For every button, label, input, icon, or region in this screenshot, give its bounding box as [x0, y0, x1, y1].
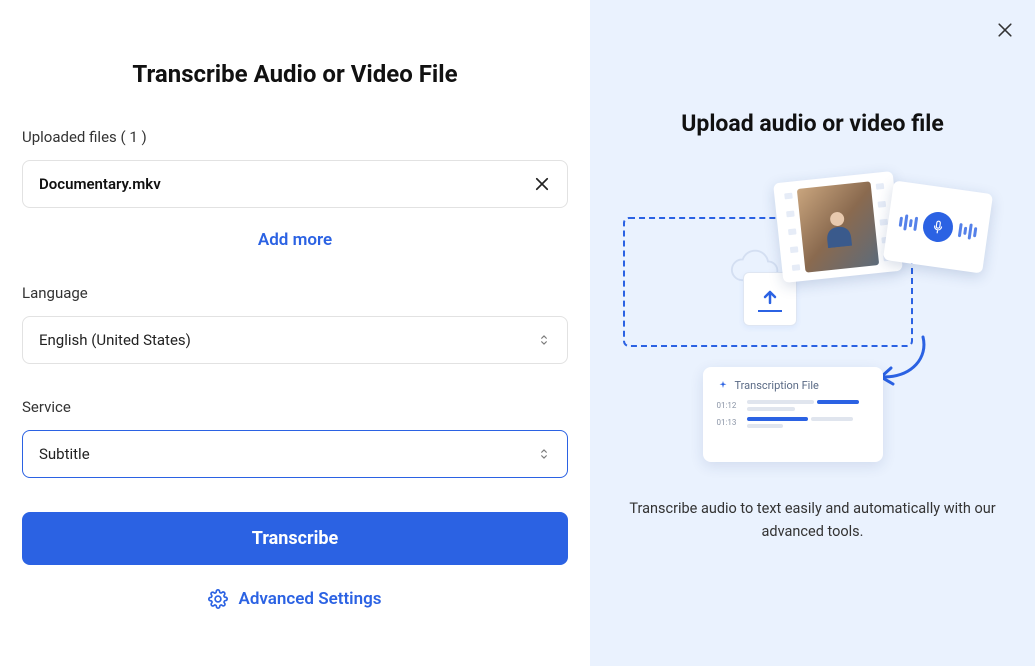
- remove-file-icon[interactable]: [533, 175, 551, 193]
- uploaded-file-row: Documentary.mkv: [22, 160, 568, 208]
- sparkle-icon: [717, 380, 729, 392]
- language-value: English (United States): [39, 331, 191, 349]
- transcription-card-icon: Transcription File 01:12 01:13: [703, 367, 883, 462]
- transcribe-button[interactable]: Transcribe: [22, 512, 568, 565]
- advanced-settings-label: Advanced Settings: [238, 589, 381, 609]
- chevron-updown-icon: [537, 447, 551, 461]
- add-more-link[interactable]: Add more: [22, 230, 568, 250]
- audio-card-icon: [882, 180, 992, 273]
- timestamp-1: 01:12: [717, 401, 739, 410]
- microphone-icon: [921, 210, 955, 244]
- timestamp-2: 01:13: [717, 418, 739, 427]
- transcription-card-title: Transcription File: [735, 379, 819, 392]
- gear-icon: [208, 589, 228, 609]
- close-icon[interactable]: [995, 20, 1015, 40]
- form-panel: Transcribe Audio or Video File Uploaded …: [0, 0, 590, 666]
- service-value: Subtitle: [39, 445, 90, 463]
- video-thumbnail-icon: [773, 171, 903, 283]
- uploaded-files-label: Uploaded files ( 1 ): [22, 128, 568, 146]
- language-select[interactable]: English (United States): [22, 316, 568, 364]
- service-label: Service: [22, 398, 568, 416]
- advanced-settings-link[interactable]: Advanced Settings: [22, 589, 568, 609]
- service-select[interactable]: Subtitle: [22, 430, 568, 478]
- page-title: Transcribe Audio or Video File: [22, 60, 568, 88]
- chevron-updown-icon: [537, 333, 551, 347]
- upload-arrow-icon: [760, 287, 780, 307]
- info-title: Upload audio or video file: [681, 110, 944, 137]
- info-description: Transcribe audio to text easily and auto…: [623, 497, 1003, 543]
- uploaded-file-name: Documentary.mkv: [39, 175, 161, 193]
- info-panel: Upload audio or video file: [590, 0, 1035, 666]
- illustration: Transcription File 01:12 01:13: [623, 167, 1003, 477]
- language-label: Language: [22, 284, 568, 302]
